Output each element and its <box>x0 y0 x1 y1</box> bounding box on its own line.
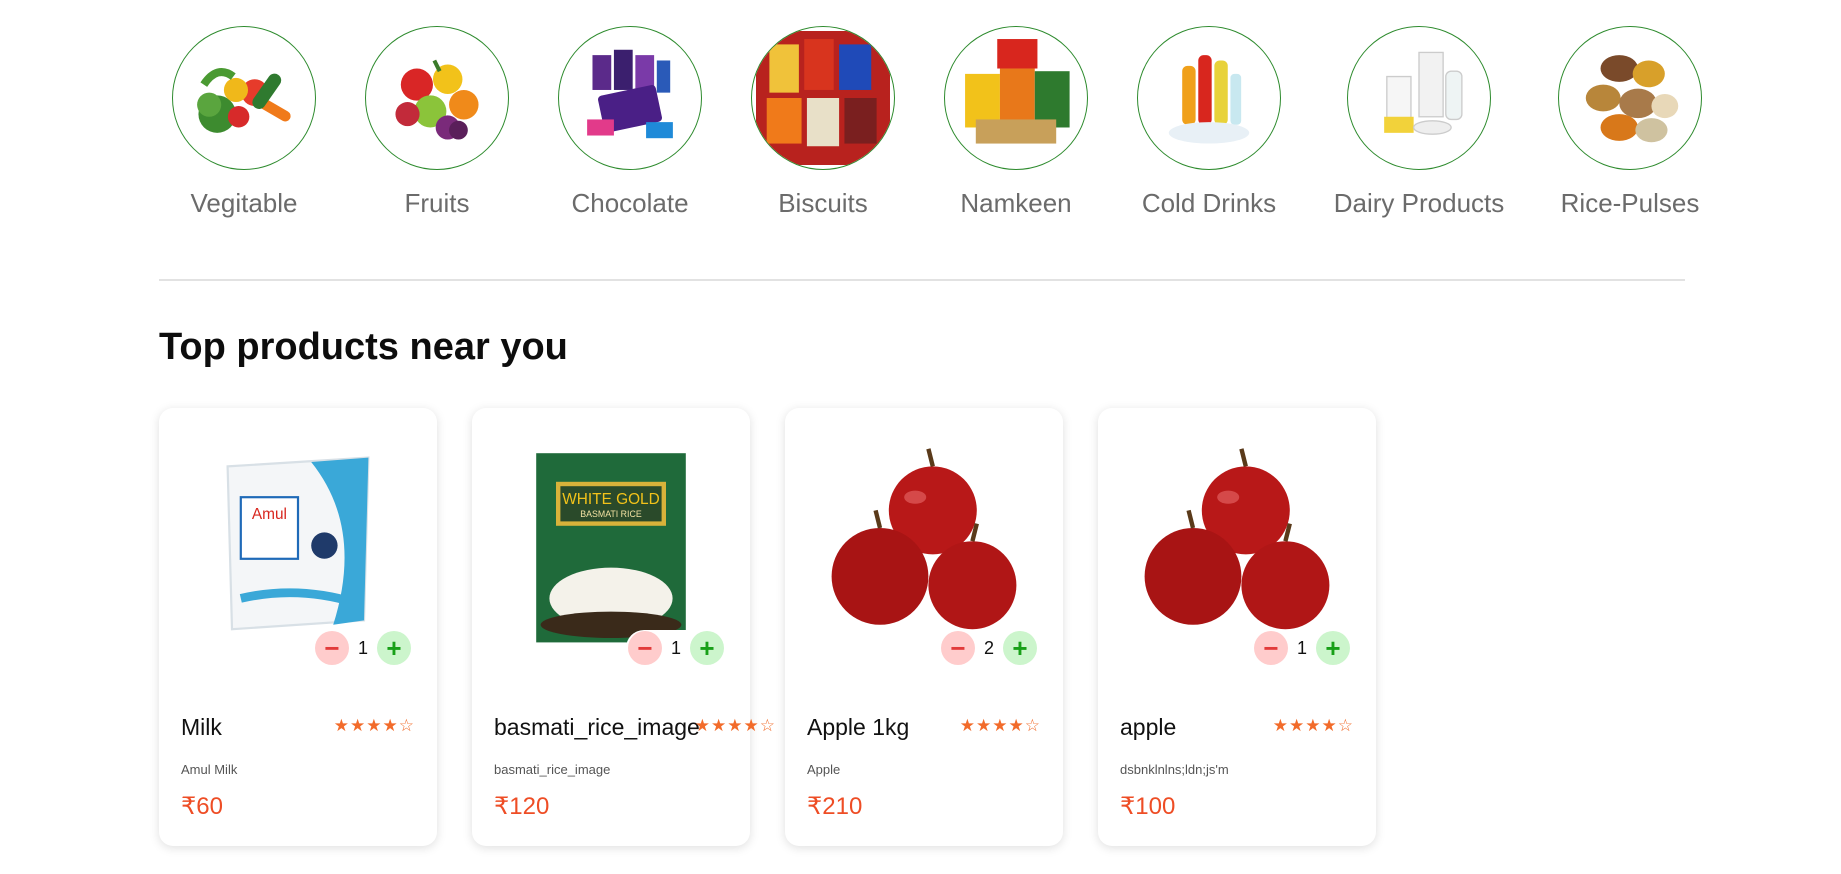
category-image[interactable] <box>558 26 702 170</box>
quantity-value: 2 <box>983 637 994 658</box>
cold-drink-bottles-icon <box>1168 55 1250 144</box>
increase-quantity-button[interactable]: + <box>1316 631 1350 665</box>
category-rice-pulses[interactable]: Rice-Pulses <box>1530 26 1730 219</box>
category-label: Biscuits <box>778 188 868 218</box>
product-rating: ★★★★☆ <box>694 716 776 735</box>
quantity-stepper: − 1 + <box>626 630 726 666</box>
category-cold-drinks[interactable]: Cold Drinks <box>1109 26 1309 219</box>
vegetable-basket-icon <box>197 68 291 133</box>
section-divider <box>159 279 1685 281</box>
product-description: Apple <box>807 762 841 777</box>
section-title: Top products near you <box>159 326 568 368</box>
product-rating: ★★★★☆ <box>1272 716 1354 735</box>
category-image[interactable] <box>1137 26 1281 170</box>
category-label: Namkeen <box>960 188 1072 218</box>
product-card[interactable]: Amul − 1 + Milk ★★★★☆ Amul Milk ₹60 <box>159 408 437 846</box>
rice-bag-icon: WHITE GOLD BASMATI RICE <box>536 453 686 643</box>
product-card[interactable]: − 1 + apple ★★★★☆ dsbnklnlns;ldn;js'm ₹1… <box>1098 408 1376 846</box>
category-namkeen[interactable]: Namkeen <box>916 26 1116 219</box>
product-price: ₹120 <box>494 793 550 820</box>
category-strip: Vegitable Fruits Chocolate Biscuits Namk… <box>0 0 1841 230</box>
quantity-stepper: − 1 + <box>313 630 413 666</box>
milk-pouch-icon: Amul <box>226 456 370 631</box>
category-image[interactable] <box>944 26 1088 170</box>
category-image[interactable] <box>751 26 895 170</box>
category-label: Dairy Products <box>1333 188 1505 218</box>
category-label: Cold Drinks <box>1141 188 1277 218</box>
decrease-quantity-button[interactable]: − <box>315 631 349 665</box>
svg-text:BASMATI RICE: BASMATI RICE <box>580 509 642 519</box>
quantity-value: 1 <box>1296 637 1307 658</box>
decrease-quantity-button[interactable]: − <box>628 631 662 665</box>
category-fruits[interactable]: Fruits <box>337 26 537 219</box>
svg-text:Amul: Amul <box>252 506 287 523</box>
chocolate-box-icon <box>587 49 673 139</box>
quantity-stepper: − 1 + <box>1252 630 1352 666</box>
increase-quantity-button[interactable]: + <box>690 631 724 665</box>
product-name[interactable]: basmati_rice_image <box>494 714 700 741</box>
category-biscuits[interactable]: Biscuits <box>723 26 923 219</box>
quantity-value: 1 <box>357 637 368 658</box>
svg-text:WHITE GOLD: WHITE GOLD <box>562 491 659 508</box>
product-rating: ★★★★☆ <box>333 716 415 735</box>
product-name[interactable]: Apple 1kg <box>807 714 909 741</box>
dairy-items-icon <box>1384 51 1463 135</box>
product-price: ₹100 <box>1120 793 1176 820</box>
increase-quantity-button[interactable]: + <box>377 631 411 665</box>
increase-quantity-button[interactable]: + <box>1003 631 1037 665</box>
biscuit-packs-icon <box>756 31 890 165</box>
product-card[interactable]: − 2 + Apple 1kg ★★★★☆ Apple ₹210 <box>785 408 1063 846</box>
decrease-quantity-button[interactable]: − <box>941 631 975 665</box>
category-label: Vegitable <box>190 188 298 218</box>
product-description: dsbnklnlns;ldn;js'm <box>1120 762 1229 777</box>
apples-icon <box>831 448 1017 630</box>
category-dairy-products[interactable]: Dairy Products <box>1319 26 1519 219</box>
quantity-value: 1 <box>670 637 681 658</box>
product-name[interactable]: apple <box>1120 714 1176 741</box>
quantity-stepper: − 2 + <box>939 630 1039 666</box>
product-name[interactable]: Milk <box>181 714 222 741</box>
fruit-pile-icon <box>395 59 479 140</box>
category-image[interactable] <box>365 26 509 170</box>
product-price: ₹210 <box>807 793 863 820</box>
product-card[interactable]: WHITE GOLD BASMATI RICE − 1 + basmati_ri… <box>472 408 775 846</box>
category-label: Fruits <box>404 188 470 218</box>
product-rating: ★★★★☆ <box>959 716 1041 735</box>
grain-piles-icon <box>1585 55 1679 143</box>
category-chocolate[interactable]: Chocolate <box>530 26 730 219</box>
category-label: Rice-Pulses <box>1560 188 1700 218</box>
category-image[interactable] <box>1347 26 1491 170</box>
namkeen-packs-icon <box>965 39 1070 144</box>
product-description: basmati_rice_image <box>494 762 611 777</box>
category-image[interactable] <box>1558 26 1702 170</box>
category-vegitable[interactable]: Vegitable <box>144 26 344 219</box>
category-image[interactable] <box>172 26 316 170</box>
product-price: ₹60 <box>181 793 223 820</box>
apples-icon <box>1144 448 1330 630</box>
category-label: Chocolate <box>571 188 689 218</box>
decrease-quantity-button[interactable]: − <box>1254 631 1288 665</box>
product-description: Amul Milk <box>181 762 238 777</box>
